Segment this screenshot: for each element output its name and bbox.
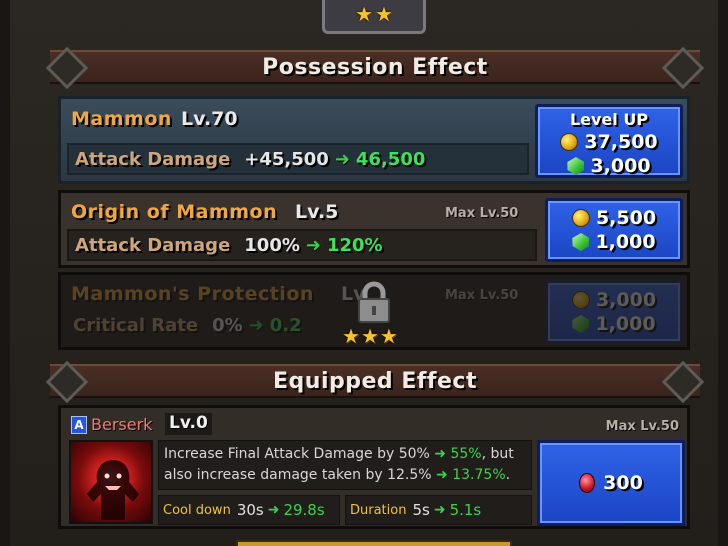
stat-label: Attack Damage bbox=[75, 234, 231, 256]
ruby-cost-value: 300 bbox=[603, 472, 643, 494]
stat-from: 100% bbox=[244, 234, 300, 256]
duration-from: 5s bbox=[412, 501, 430, 519]
equipped-banner: Equipped Effect bbox=[45, 360, 705, 404]
gem-cost: 1,000 bbox=[548, 312, 680, 336]
possession-row-mammon: Mammon Lv.70 Attack Damage +45,500 ➜ 46,… bbox=[58, 96, 690, 184]
gem-cost-value: 3,000 bbox=[590, 155, 651, 177]
duration-box: Duration 5s ➜ 5.1s bbox=[345, 495, 532, 525]
gem-cost-value: 1,000 bbox=[595, 313, 656, 335]
effect-name: Mammon bbox=[71, 108, 172, 130]
section-title: Possession Effect bbox=[262, 54, 488, 80]
level-up-label: Level UP bbox=[569, 110, 649, 129]
ruby-icon bbox=[579, 473, 596, 493]
upgrade-panel: ★ ★ Possession Effect Mammon Lv.70 Attac… bbox=[0, 0, 728, 546]
coin-cost-value: 37,500 bbox=[584, 131, 658, 153]
bottom-action-button[interactable] bbox=[236, 540, 512, 546]
star-icon: ★ bbox=[355, 1, 373, 26]
gem-icon bbox=[567, 157, 585, 175]
stat-bar: Attack Damage 100% ➜ 120% bbox=[67, 229, 537, 261]
effect-name: Mammon's Protection bbox=[71, 283, 314, 305]
coin-cost-value: 3,000 bbox=[595, 289, 657, 311]
max-level: Max Lv.50 bbox=[445, 288, 519, 303]
star-icon: ★ bbox=[375, 1, 393, 26]
stat-line: Critical Rate 0% ➜ 0.2 bbox=[73, 315, 302, 336]
coin-icon bbox=[571, 209, 590, 227]
cooldown-to: 29.8s bbox=[283, 501, 325, 519]
cooldown-box: Cool down 30s ➜ 29.8s bbox=[158, 495, 340, 525]
star-icon: ★ bbox=[379, 324, 398, 348]
gem-icon bbox=[572, 315, 590, 333]
skill-upgrade-button[interactable]: 300 bbox=[537, 440, 685, 526]
section-title: Equipped Effect bbox=[273, 368, 477, 394]
level-up-button[interactable]: Level UP 37,500 3,000 bbox=[535, 104, 683, 178]
duration-to: 5.1s bbox=[449, 501, 482, 519]
arrow-right-icon: ➜ bbox=[267, 502, 280, 518]
cooldown-from: 30s bbox=[236, 501, 264, 519]
coin-cost: 3,000 bbox=[548, 288, 680, 312]
arrow-right-icon: ➜ bbox=[433, 502, 446, 518]
arrow-right-icon: ➜ bbox=[305, 234, 321, 256]
grade-star-box: ★ ★ bbox=[322, 0, 426, 34]
effect-level: Lv.70 bbox=[181, 108, 238, 130]
stat-bar: Attack Damage +45,500 ➜ 46,500 bbox=[67, 143, 529, 175]
star-icon: ★ bbox=[360, 324, 379, 348]
possession-row-origin: Origin of Mammon Lv.5 Max Lv.50 Attack D… bbox=[58, 190, 690, 268]
stat-to: 120% bbox=[326, 234, 383, 256]
skill-description: Increase Final Attack Damage by 50% ➜ 55… bbox=[158, 440, 532, 490]
effect-level: Lv.5 bbox=[295, 201, 339, 223]
description-line: also increase damage taken by 12.5% ➜ 13… bbox=[164, 467, 511, 483]
stat-to: 46,500 bbox=[355, 148, 426, 170]
stat-to: 0.2 bbox=[269, 315, 302, 336]
stat-from: 0% bbox=[212, 315, 243, 336]
effect-name: Origin of Mammon bbox=[71, 201, 278, 223]
description-line: Increase Final Attack Damage by 50% ➜ 55… bbox=[164, 446, 514, 462]
coin-icon bbox=[571, 291, 590, 309]
gem-cost: 3,000 bbox=[538, 154, 680, 178]
skill-type-badge: A bbox=[71, 416, 87, 434]
stat-label: Critical Rate bbox=[73, 315, 199, 336]
upgrade-button[interactable]: 5,500 1,000 bbox=[545, 198, 683, 262]
ornament-icon bbox=[661, 360, 705, 404]
coin-cost: 5,500 bbox=[548, 206, 680, 230]
duration-label: Duration bbox=[350, 502, 407, 518]
arrow-right-icon: ➜ bbox=[248, 315, 264, 336]
coin-cost-value: 5,500 bbox=[595, 207, 657, 229]
gem-icon bbox=[572, 233, 590, 251]
stat-from: +45,500 bbox=[244, 148, 329, 170]
ornament-icon bbox=[45, 360, 89, 404]
coin-icon bbox=[560, 133, 579, 151]
arrow-right-icon: ➜ bbox=[334, 148, 350, 170]
max-level: Max Lv.50 bbox=[445, 206, 519, 221]
gem-cost: 1,000 bbox=[548, 230, 680, 254]
skill-level: Lv.0 bbox=[165, 413, 212, 435]
cooldown-label: Cool down bbox=[163, 502, 231, 518]
ornament-icon bbox=[661, 46, 705, 90]
max-level: Max Lv.50 bbox=[605, 419, 679, 434]
locked-upgrade-button: 3,000 1,000 bbox=[545, 280, 683, 344]
unlock-star-requirement: ★ ★ ★ bbox=[342, 326, 398, 346]
gem-cost-value: 1,000 bbox=[595, 231, 656, 253]
stat-label: Attack Damage bbox=[75, 148, 231, 170]
star-icon: ★ bbox=[342, 324, 360, 348]
possession-banner: Possession Effect bbox=[45, 46, 705, 90]
ornament-icon bbox=[45, 46, 89, 90]
equipped-skill-card: A Berserk Lv.0 Max Lv.50 Increase Final … bbox=[58, 405, 690, 529]
coin-cost: 37,500 bbox=[538, 130, 680, 154]
skill-name: Berserk bbox=[91, 415, 153, 434]
berserk-skill-icon bbox=[69, 440, 153, 524]
lock-icon bbox=[358, 281, 390, 323]
